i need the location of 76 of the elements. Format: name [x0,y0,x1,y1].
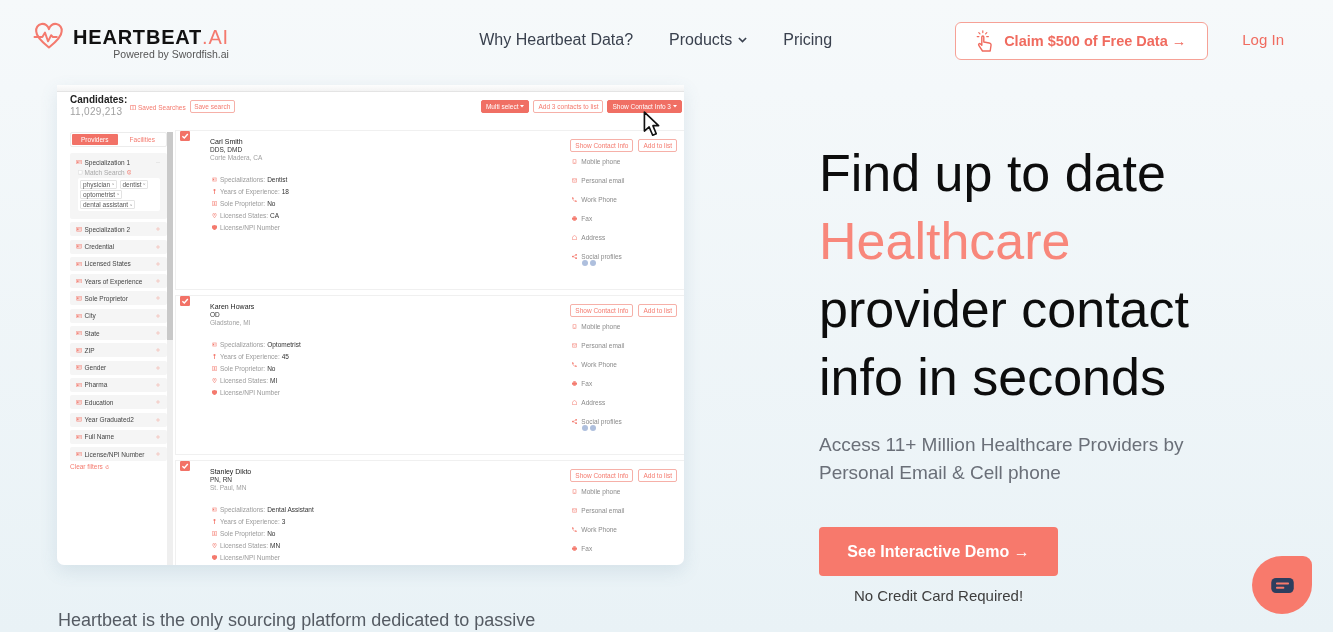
map-pin-icon [212,377,217,383]
id-card-icon [76,451,82,457]
refresh-icon [104,464,110,470]
remove-icon [116,193,120,196]
share-icon [572,419,578,424]
id-card-icon [76,400,82,405]
id-card-icon [76,365,82,370]
printer-icon [572,216,578,221]
id-card-icon [212,506,217,512]
cursor-icon [643,111,660,137]
id-card-icon [212,176,217,182]
map-pin-icon [212,542,217,548]
badge-icon [212,365,217,371]
person-icon [212,518,217,524]
id-card-icon [76,330,82,336]
candidates-count: 11,029,213 [70,106,124,118]
phone-icon [572,362,578,367]
person-icon [212,353,217,359]
hand-tap-icon [975,30,995,52]
id-card-icon [76,278,82,284]
id-card-icon [76,261,82,267]
hero-heading: Find up to date Healthcare provider contact info in seconds [819,143,1190,408]
checkbox[interactable] [180,296,190,306]
id-card-icon [76,434,82,440]
phone-icon [572,527,578,532]
id-card-icon [212,341,217,347]
id-card-icon [76,313,82,319]
caret-down-icon [520,105,525,108]
info-icon [126,170,132,175]
id-card-icon [76,382,82,388]
shield-icon [212,224,217,230]
map-pin-icon [212,212,217,218]
id-card-icon [76,159,82,165]
id-card-icon [76,417,82,422]
house-icon [572,235,578,240]
share-icon [572,254,578,259]
nav-link[interactable]: Products [669,30,748,50]
mobile-phone-icon [572,324,578,329]
checkbox[interactable] [180,461,190,471]
printer-icon [572,381,578,386]
chat-button[interactable] [1252,556,1312,614]
chat-icon [1270,577,1294,593]
candidates-title: Candidates: [70,94,127,106]
checkbox[interactable] [180,131,190,141]
phone-icon [572,197,578,202]
book-icon [130,104,136,111]
id-card-icon [76,296,82,301]
id-card-icon [76,348,82,353]
house-icon [572,400,578,405]
remove-icon [129,203,133,206]
no-credit-card-note: No Credit Card Required! [853,586,1024,606]
chevron-down-icon [738,37,748,43]
badge-icon [212,530,217,536]
intro-text: Heartbeat is the only sourcing platform dedicated to passive [58,609,537,632]
checkbox[interactable] [78,170,83,175]
printer-icon [572,546,578,551]
logo-wordmark: HEARTBEAT.AI [73,26,229,48]
caret-down-icon [673,105,677,108]
envelope-icon [572,343,578,348]
envelope-icon [572,178,578,183]
heart-pulse-icon [33,22,64,50]
mobile-phone-icon [572,489,578,494]
nav-link[interactable]: Why Heartbeat Data? [479,30,634,50]
logo-tagline: Powered by Swordfish.ai [113,48,229,60]
shield-icon [212,389,217,395]
envelope-icon [572,508,578,513]
person-icon [212,188,217,194]
id-card-icon [76,227,82,232]
id-card-icon [76,244,82,249]
mobile-phone-icon [572,159,578,164]
nav-link[interactable]: Pricing [783,30,833,50]
badge-icon [212,200,217,206]
hero-subtitle: Access 11+ Million Healthcare Providers by Personal Email & Cell phone [819,433,1185,485]
shield-icon [212,554,217,560]
remove-icon [143,183,146,186]
remove-icon [111,183,114,186]
